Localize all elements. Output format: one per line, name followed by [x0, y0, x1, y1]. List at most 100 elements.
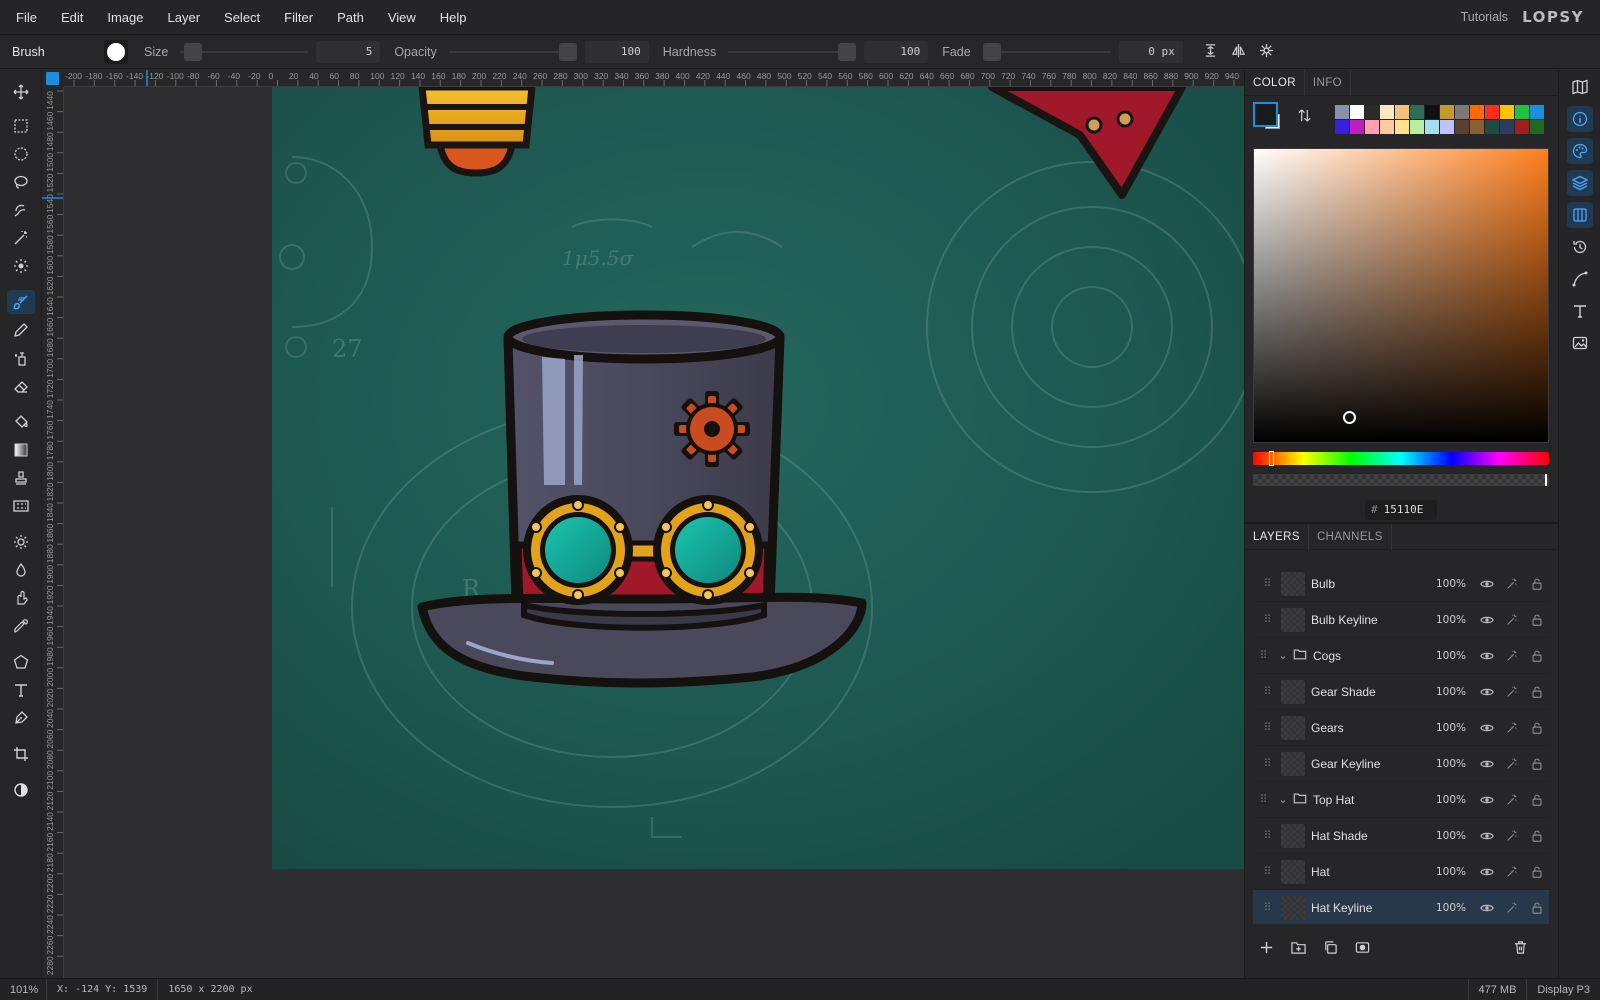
visibility-eye-icon[interactable] [1474, 577, 1499, 591]
color-picker-handle[interactable] [1342, 411, 1356, 425]
menu-help[interactable]: Help [428, 0, 479, 35]
delete-layer-button[interactable] [1513, 934, 1545, 960]
layer-row[interactable]: ⠿ Gear Shade 100% [1253, 674, 1549, 710]
palette-swatch[interactable] [1455, 120, 1469, 134]
chevron-down-icon[interactable]: ⌄ [1273, 793, 1293, 806]
palette-swatch[interactable] [1485, 105, 1499, 119]
pen-tool[interactable] [7, 706, 35, 730]
layer-row[interactable]: ⠿ Hat Keyline 100% [1253, 890, 1549, 924]
document-canvas[interactable]: 27 R 1μ5.5σ [272, 87, 1244, 869]
menu-filter[interactable]: Filter [272, 0, 325, 35]
object-select-tool[interactable] [7, 198, 35, 222]
fade-slider-knob[interactable] [982, 42, 1001, 61]
pencil-tool[interactable] [7, 318, 35, 342]
layer-effects-icon[interactable] [1499, 865, 1524, 879]
layer-row[interactable]: ⠿ Hat Shade 100% [1253, 818, 1549, 854]
drag-handle-icon[interactable]: ⠿ [1253, 865, 1281, 878]
blur-tool[interactable] [7, 558, 35, 582]
smudge-tool[interactable] [7, 586, 35, 610]
drag-handle-icon[interactable]: ⠿ [1253, 757, 1281, 770]
layer-opacity[interactable]: 100% [1422, 830, 1466, 842]
layer-effects-icon[interactable] [1499, 649, 1524, 663]
duplicate-layer-button[interactable] [1323, 934, 1355, 960]
ruler-corner[interactable] [42, 70, 64, 87]
new-layer-button[interactable] [1259, 934, 1291, 960]
paint-bucket-tool[interactable] [7, 410, 35, 434]
layer-opacity[interactable]: 100% [1422, 722, 1466, 734]
palette-swatch[interactable] [1500, 120, 1514, 134]
palette-swatch[interactable] [1380, 120, 1394, 134]
drag-handle-icon[interactable]: ⠿ [1253, 829, 1281, 842]
opacity-input[interactable]: 100 [584, 40, 649, 63]
brush-tool[interactable] [7, 290, 35, 314]
dock-info[interactable] [1567, 106, 1593, 132]
layer-opacity[interactable]: 100% [1422, 650, 1466, 662]
swap-colors-icon[interactable] [1297, 108, 1312, 127]
hardness-input[interactable]: 100 [864, 40, 929, 63]
layer-effects-icon[interactable] [1499, 577, 1524, 591]
visibility-eye-icon[interactable] [1474, 757, 1499, 771]
healing-tool[interactable] [7, 254, 35, 278]
lock-icon[interactable] [1524, 865, 1549, 879]
dock-history[interactable] [1567, 234, 1593, 260]
layer-effects-icon[interactable] [1499, 901, 1524, 915]
pattern-tool[interactable] [7, 494, 35, 518]
layer-row[interactable]: ⠿ Bulb 100% [1253, 566, 1549, 602]
size-slider[interactable] [180, 42, 309, 61]
hardness-slider[interactable] [728, 42, 857, 61]
palette-swatch[interactable] [1365, 105, 1379, 119]
palette-swatch[interactable] [1380, 105, 1394, 119]
drag-handle-icon[interactable]: ⠿ [1253, 649, 1273, 662]
layer-row[interactable]: ⠿ Bulb Keyline 100% [1253, 602, 1549, 638]
lock-icon[interactable] [1524, 901, 1549, 915]
drag-handle-icon[interactable]: ⠿ [1253, 685, 1281, 698]
drag-handle-icon[interactable]: ⠿ [1253, 577, 1281, 590]
palette-swatch[interactable] [1470, 105, 1484, 119]
layer-opacity[interactable]: 100% [1422, 686, 1466, 698]
layer-list[interactable]: ⠿ Bulb 100% ⠿ Bulb Keyline 100% ⠿ ⌄ Cogs 100% ⠿ Gea… [1253, 560, 1549, 924]
visibility-eye-icon[interactable] [1474, 829, 1499, 843]
layer-row[interactable]: ⠿ Hat 100% [1253, 854, 1549, 890]
layer-opacity[interactable]: 100% [1422, 758, 1466, 770]
dock-image[interactable] [1567, 330, 1593, 356]
clone-tool[interactable] [7, 346, 35, 370]
lock-icon[interactable] [1524, 721, 1549, 735]
menu-path[interactable]: Path [325, 0, 376, 35]
lock-icon[interactable] [1524, 649, 1549, 663]
new-group-button[interactable] [1291, 934, 1323, 960]
layer-effects-icon[interactable] [1499, 685, 1524, 699]
visibility-eye-icon[interactable] [1474, 685, 1499, 699]
dock-paths[interactable] [1567, 266, 1593, 292]
lock-icon[interactable] [1524, 577, 1549, 591]
lock-icon[interactable] [1524, 613, 1549, 627]
shape-tool[interactable] [7, 650, 35, 674]
drag-handle-icon[interactable]: ⠿ [1253, 793, 1273, 806]
visibility-eye-icon[interactable] [1474, 793, 1499, 807]
palette-swatch[interactable] [1455, 105, 1469, 119]
horizontal-ruler[interactable]: -200 -180 -160 -140 -120 -100 -80 -60 -40 -20 0 20 4… [64, 70, 1244, 87]
tab-color[interactable]: COLOR [1245, 69, 1305, 96]
palette-swatch[interactable] [1395, 120, 1409, 134]
symmetry-toggle-icon[interactable] [1225, 43, 1253, 61]
palette-swatch[interactable] [1515, 105, 1529, 119]
magic-wand-tool[interactable] [7, 226, 35, 250]
palette-swatch[interactable] [1485, 120, 1499, 134]
layer-opacity[interactable]: 100% [1422, 794, 1466, 806]
layer-group-row[interactable]: ⠿ ⌄ Cogs 100% [1253, 638, 1549, 674]
drag-handle-icon[interactable]: ⠿ [1253, 721, 1281, 734]
layer-row[interactable]: ⠿ Gear Keyline 100% [1253, 746, 1549, 782]
palette-swatch[interactable] [1500, 105, 1514, 119]
lasso-tool[interactable] [7, 170, 35, 194]
rect-select-tool[interactable] [7, 114, 35, 138]
palette-swatch[interactable] [1350, 120, 1364, 134]
eyedropper-tool[interactable] [7, 614, 35, 638]
palette-swatch[interactable] [1530, 105, 1544, 119]
layer-opacity[interactable]: 100% [1422, 866, 1466, 878]
hue-slider-handle[interactable] [1268, 451, 1274, 466]
layer-mask-button[interactable] [1355, 934, 1387, 960]
lock-icon[interactable] [1524, 829, 1549, 843]
dodge-tool[interactable] [7, 530, 35, 554]
palette-swatch[interactable] [1395, 105, 1409, 119]
dock-channels[interactable] [1567, 202, 1593, 228]
menu-file[interactable]: File [4, 0, 49, 35]
